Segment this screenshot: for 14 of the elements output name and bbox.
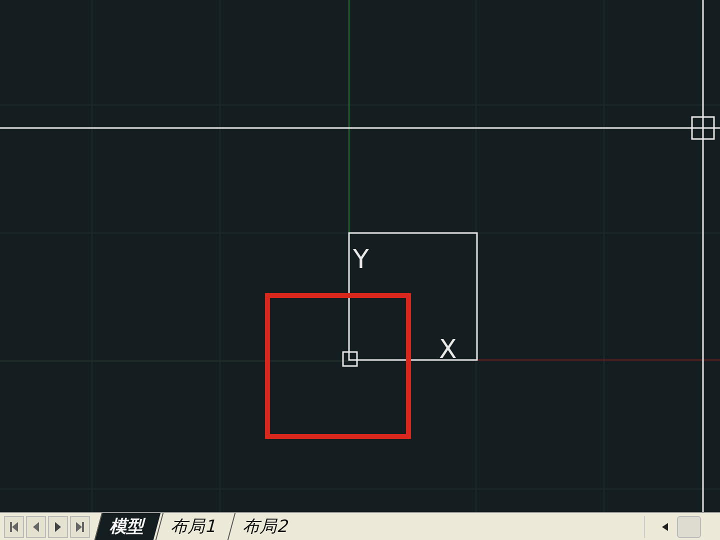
left-arrow-icon (661, 522, 669, 532)
previous-tab-button[interactable] (26, 516, 46, 538)
right-arrow-icon (74, 520, 86, 532)
y-axis-label: Y (353, 245, 369, 275)
last-tab-button[interactable] (70, 516, 90, 538)
x-axis-label: X (439, 335, 457, 365)
pickbox-icon (691, 116, 715, 140)
first-tab-button[interactable] (4, 516, 24, 538)
layout-tab[interactable]: 模型 (94, 513, 161, 540)
drawing-canvas[interactable]: Y X (0, 0, 720, 512)
next-tab-button[interactable] (48, 516, 68, 538)
ucs-icon (342, 232, 478, 367)
scroll-thumb[interactable] (677, 516, 701, 538)
left-arrow-icon (8, 520, 20, 532)
